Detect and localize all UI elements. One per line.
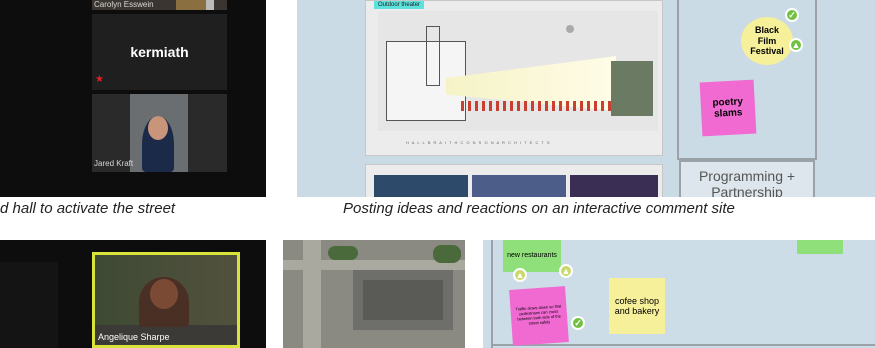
sticky-note-festival[interactable]: Black Film Festival [741,17,793,65]
participant-name: Jared Kraft [94,159,134,168]
image-tag: Outdoor theater [374,1,425,9]
sticky-text: Traffic slows down so that pedestrians c… [515,303,562,326]
grid-line [815,0,817,160]
like-icon[interactable]: ▲ [789,38,803,52]
upvote-check-icon[interactable]: ✓ [785,8,799,22]
video-tile-blank [0,262,58,348]
photo-night-3 [570,175,658,197]
sticky-text: new restaurants [507,251,557,259]
section-label-programming: Programming + Partnership [679,160,815,197]
participant-name: Angelique Sharpe [98,332,170,342]
photo-night-2 [472,175,566,197]
crowd-silhouettes [461,101,611,111]
sticky-note-cofee[interactable]: cofee shop and bakery [609,278,665,334]
video-call-grid-bottom: Angelique Sharpe [0,240,266,348]
video-call-grid-top: Carolyn Esswein kermiath ★ Jared Kraft [0,0,266,197]
sticky-text: poetry slams [712,95,744,120]
video-tile-angelique: Angelique Sharpe [92,252,240,348]
tile-pattern [176,0,206,10]
sticky-note-corner[interactable] [797,240,843,254]
comment-board-bottom: new restaurants ▲ ▲ Traffic slows down s… [483,240,875,348]
sticky-note-traffic[interactable]: Traffic slows down so that pedestrians c… [509,286,569,346]
participant-name: Carolyn Esswein [94,0,154,9]
screen-image [611,61,653,116]
grid-line [491,344,875,346]
tree-cluster [433,245,461,263]
section-label-text: Programming + Partnership [698,168,796,197]
building-roof [363,280,443,320]
caption-left: d hall to activate the street [0,200,176,217]
comment-board-top: Outdoor theater H A L L B R A I T H C O … [297,0,875,197]
road [303,240,321,348]
moon-icon [566,25,574,33]
like-icon[interactable]: ▲ [559,264,573,278]
sticky-note-restaurants[interactable]: new restaurants [503,240,561,272]
aerial-map-photo [283,240,465,348]
video-tile-jared: Jared Kraft [92,94,227,172]
muted-mic-icon: ★ [95,74,104,85]
tower-outline [426,26,440,86]
tree-cluster [328,246,358,260]
like-icon[interactable]: ▲ [513,268,527,282]
caption-right: Posting ideas and reactions on an intera… [343,200,735,217]
architects-line: H A L L B R A I T H C O N S O N A R C H … [406,140,551,145]
image-card-night [365,164,663,197]
sticky-text: cofee shop and bakery [614,295,660,316]
tile-pattern [206,0,214,10]
photo-night-1 [374,175,468,197]
video-tile-kermiath: kermiath ★ [92,14,227,90]
image-card-theater: Outdoor theater H A L L B R A I T H C O … [365,0,663,156]
upvote-check-icon[interactable]: ✓ [571,316,585,330]
sticky-text: Black Film Festival [750,25,784,57]
video-tile-carolyn: Carolyn Esswein [92,0,227,10]
sticky-note-poetry[interactable]: poetry slams [699,79,757,137]
grid-line [677,0,679,160]
grid-line [491,240,493,348]
participant-face [148,116,168,140]
participant-name-centered: kermiath [130,44,189,60]
participant-face [150,279,178,309]
